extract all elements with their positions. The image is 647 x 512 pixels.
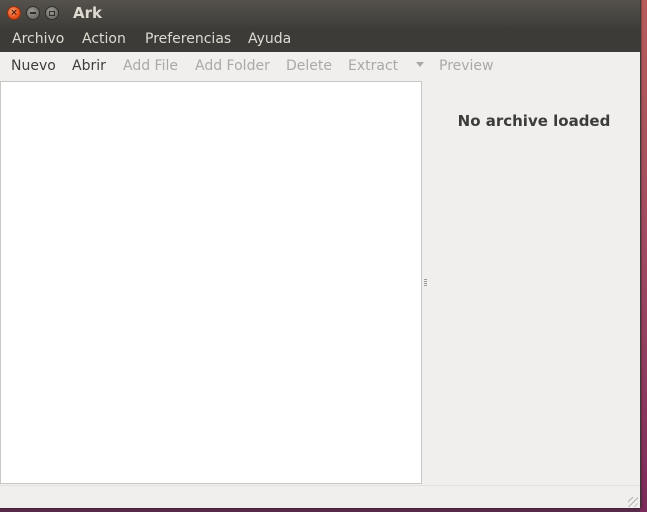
minimize-icon bbox=[30, 12, 36, 14]
desktop-background bbox=[640, 0, 647, 512]
menu-action[interactable]: Action bbox=[82, 31, 126, 47]
delete-button[interactable]: Delete bbox=[286, 58, 332, 74]
status-bar bbox=[0, 485, 640, 508]
toolbar: Nuevo Abrir Add File Add Folder Delete E… bbox=[0, 52, 640, 80]
ark-window: × Ark Archivo Action Preferencias Ayuda … bbox=[0, 0, 641, 508]
resize-grip-icon[interactable] bbox=[628, 497, 638, 507]
title-bar[interactable]: × Ark bbox=[0, 0, 640, 28]
menu-ayuda[interactable]: Ayuda bbox=[248, 31, 291, 47]
window-title: Ark bbox=[73, 4, 102, 22]
chevron-down-icon[interactable] bbox=[416, 62, 424, 67]
close-icon: × bbox=[10, 7, 18, 18]
menu-preferencias[interactable]: Preferencias bbox=[145, 31, 231, 47]
add-file-button[interactable]: Add File bbox=[123, 58, 178, 74]
maximize-window-button[interactable] bbox=[45, 6, 59, 20]
splitter-grip-icon bbox=[424, 279, 427, 287]
new-button[interactable]: Nuevo bbox=[11, 58, 56, 74]
info-panel: No archive loaded bbox=[428, 81, 640, 485]
preview-button[interactable]: Preview bbox=[439, 58, 494, 74]
menu-archivo[interactable]: Archivo bbox=[12, 31, 64, 47]
minimize-window-button[interactable] bbox=[26, 6, 40, 20]
open-button[interactable]: Abrir bbox=[72, 58, 106, 74]
no-archive-message: No archive loaded bbox=[457, 112, 611, 130]
close-window-button[interactable]: × bbox=[7, 6, 21, 20]
extract-button[interactable]: Extract bbox=[348, 58, 398, 74]
archive-file-list[interactable] bbox=[0, 81, 422, 484]
menu-bar: Archivo Action Preferencias Ayuda bbox=[0, 28, 640, 52]
maximize-icon bbox=[49, 10, 55, 16]
add-folder-button[interactable]: Add Folder bbox=[195, 58, 270, 74]
